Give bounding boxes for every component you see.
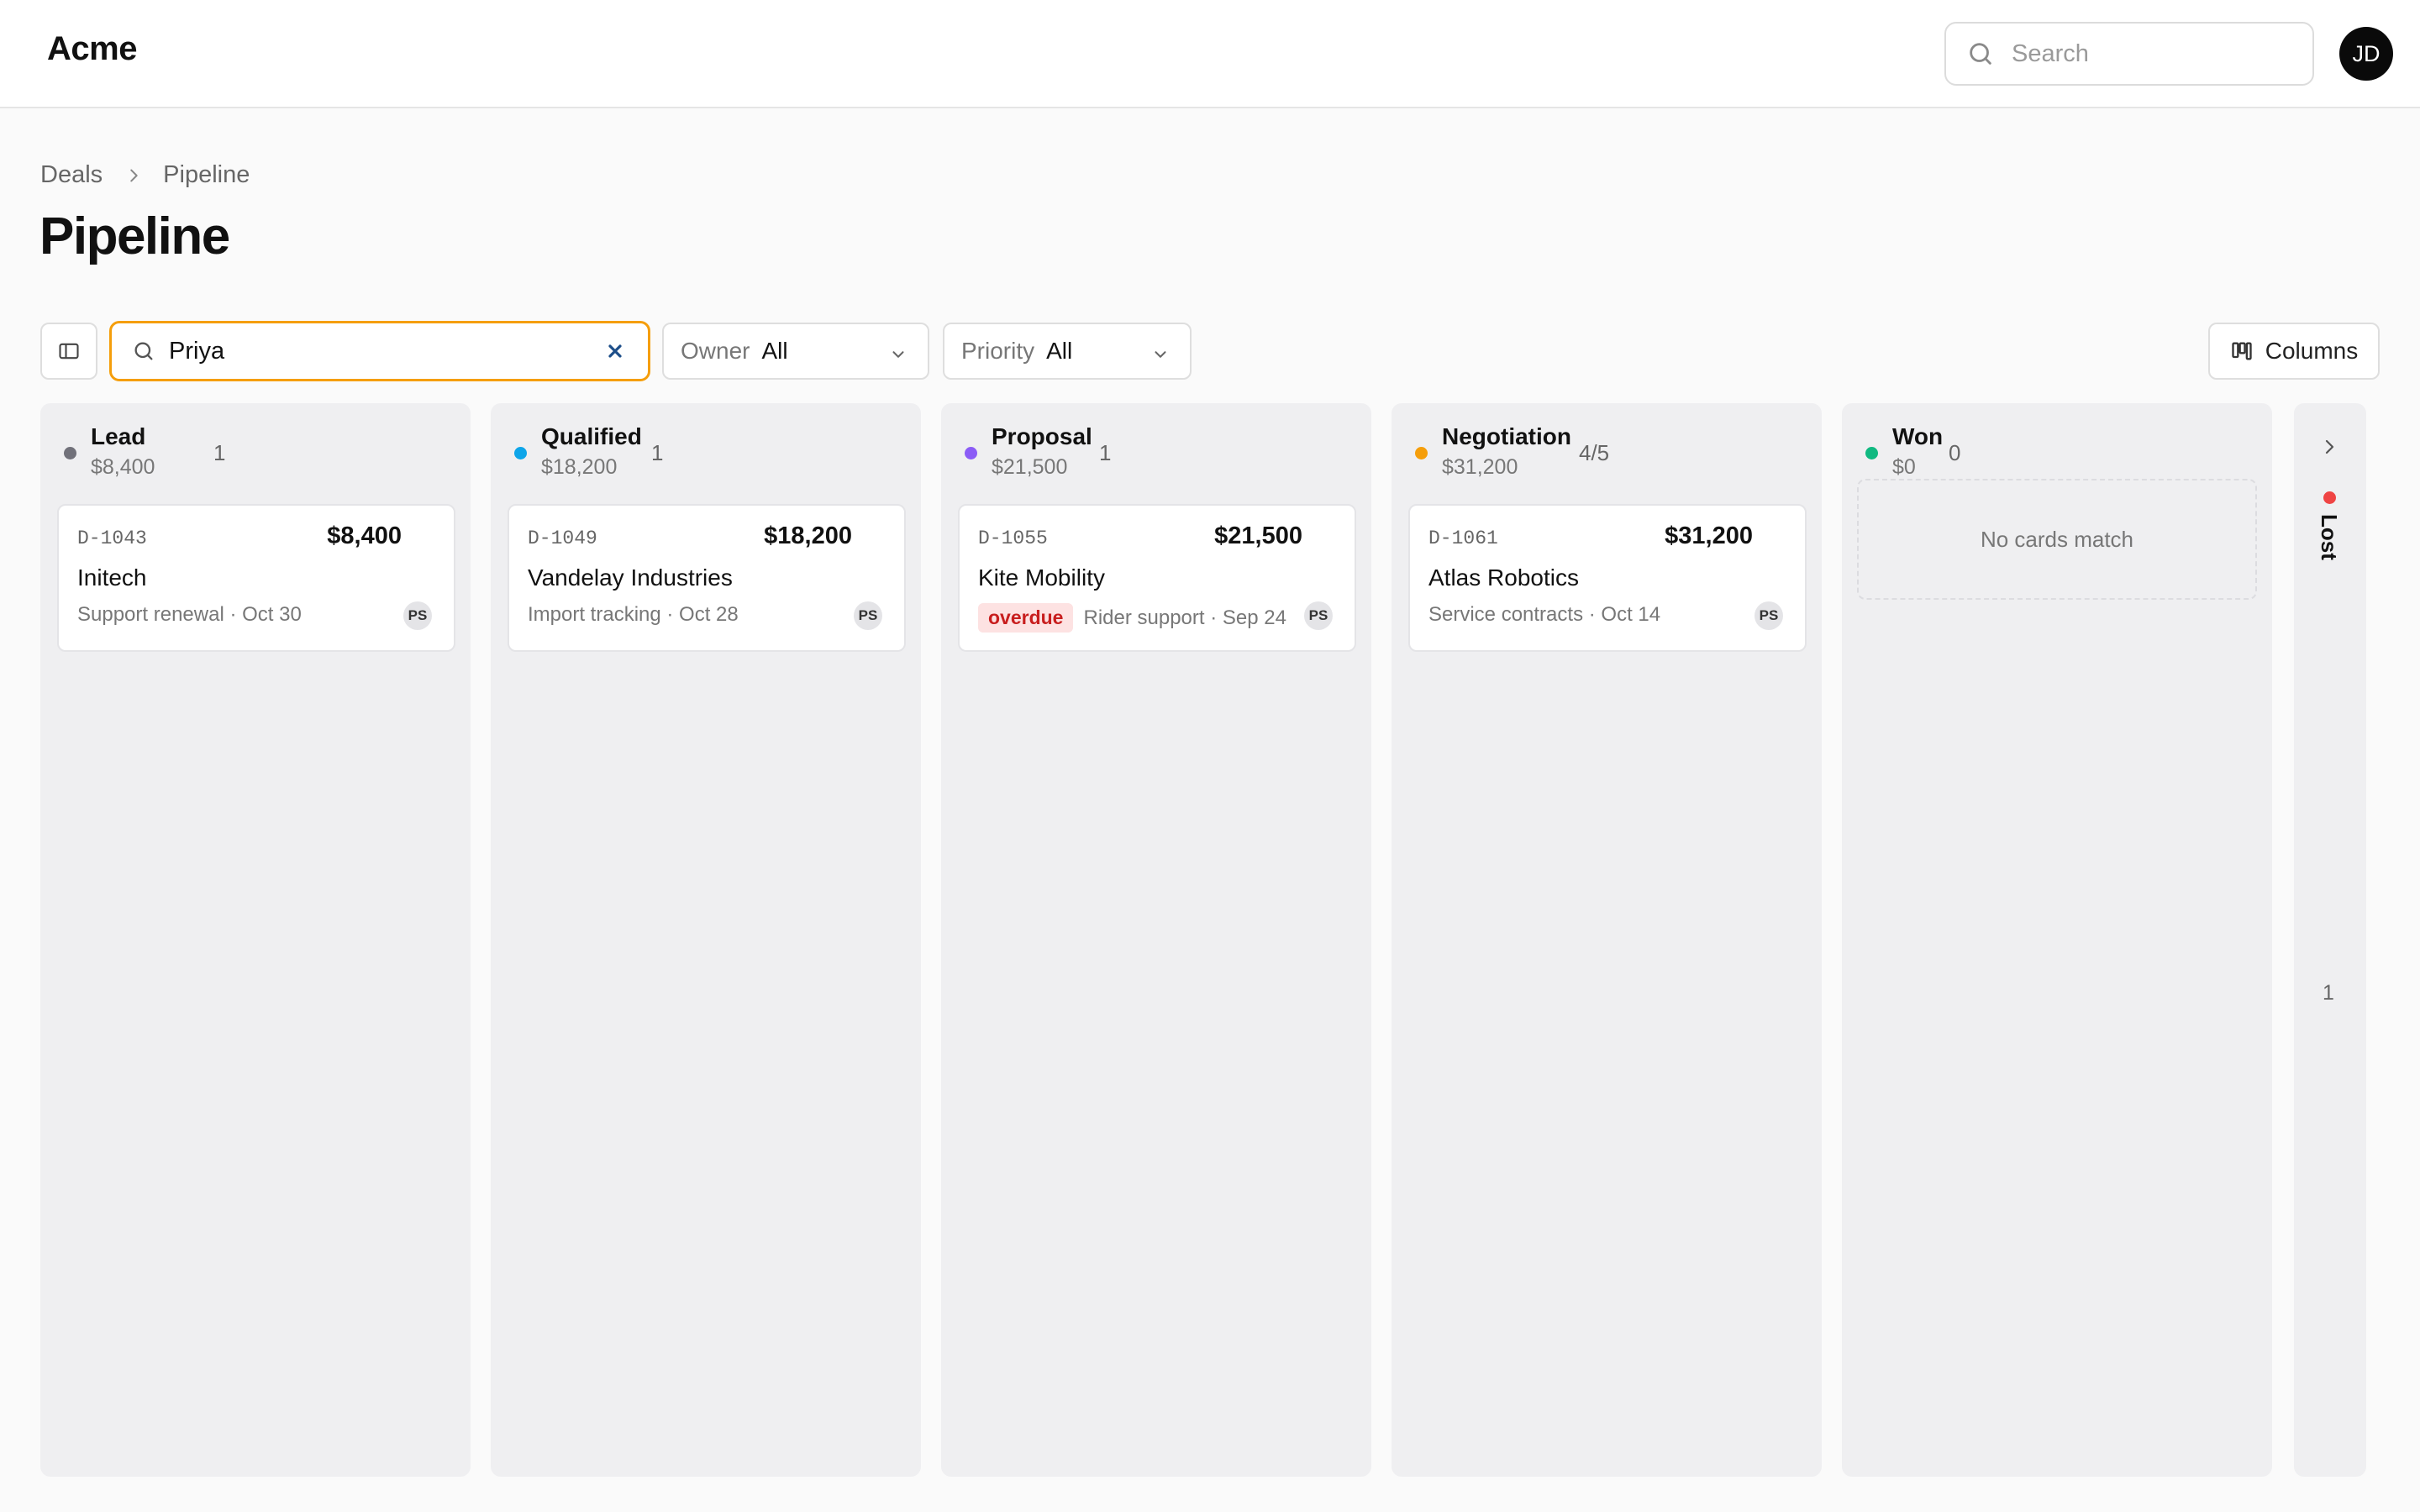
owner-filter-label: Owner bbox=[681, 338, 750, 364]
status-dot bbox=[1415, 447, 1428, 459]
deal-meta-text: Support renewal · Oct 30 bbox=[77, 603, 302, 626]
column-count: 1 bbox=[1099, 440, 1112, 465]
column-total: $0 bbox=[1892, 455, 1916, 479]
column-count: 1 bbox=[213, 440, 226, 465]
column-total: $21,500 bbox=[992, 455, 1068, 479]
columns-button[interactable]: Columns bbox=[2208, 323, 2380, 380]
deal-meta-text: Service contracts · Oct 14 bbox=[1428, 603, 1661, 626]
top-bar: Acme JD bbox=[0, 0, 2420, 108]
owner-avatar: PS bbox=[403, 601, 432, 630]
overdue-badge: overdue bbox=[978, 603, 1074, 633]
status-dot bbox=[965, 447, 977, 459]
chevron-right-icon[interactable] bbox=[2319, 437, 2339, 461]
deal-meta: Service contracts · Oct 14 bbox=[1428, 603, 1660, 627]
global-search-input[interactable] bbox=[2012, 39, 2289, 68]
chevron-down-icon bbox=[889, 343, 908, 370]
empty-column-message: No cards match bbox=[1857, 479, 2257, 600]
column-name: Negotiation bbox=[1442, 423, 1571, 449]
deal-meta-text: Rider support · Sep 24 bbox=[1083, 606, 1286, 629]
deal-id: D-1049 bbox=[528, 528, 597, 549]
card-filter-search[interactable] bbox=[109, 321, 650, 381]
status-dot bbox=[514, 447, 527, 459]
column-count: 1 bbox=[651, 440, 664, 465]
deal-id: D-1043 bbox=[77, 528, 147, 549]
priority-filter-value: All bbox=[1046, 338, 1073, 364]
deal-id: D-1061 bbox=[1428, 528, 1498, 549]
deal-amount: $8,400 bbox=[327, 522, 402, 549]
column-lead: Lead $8,400 1 D-1043 $8,400 Initech Supp… bbox=[40, 403, 471, 1477]
column-count: 1 bbox=[2323, 981, 2334, 1005]
owner-avatar: PS bbox=[1754, 601, 1783, 630]
deal-id: D-1055 bbox=[978, 528, 1048, 549]
column-name: Lead bbox=[91, 423, 146, 449]
status-dot bbox=[1865, 447, 1878, 459]
deal-card[interactable]: D-1049 $18,200 Vandelay Industries Impor… bbox=[508, 504, 906, 652]
deal-amount: $21,500 bbox=[1214, 522, 1302, 549]
deal-meta: Support renewal · Oct 30 bbox=[77, 603, 302, 627]
sidebar-icon bbox=[59, 343, 79, 360]
columns-button-label: Columns bbox=[2265, 338, 2359, 364]
breadcrumb: Deals Pipeline bbox=[40, 161, 250, 189]
deal-company: Vandelay Industries bbox=[528, 564, 733, 591]
card-filter-input[interactable] bbox=[169, 337, 589, 365]
priority-filter-label: Priority bbox=[961, 338, 1035, 364]
search-icon bbox=[1970, 43, 1991, 65]
deal-company: Atlas Robotics bbox=[1428, 564, 1579, 591]
deal-meta: Import tracking · Oct 28 bbox=[528, 603, 739, 627]
column-name: Proposal bbox=[992, 423, 1092, 449]
owner-avatar: PS bbox=[854, 601, 882, 630]
column-count: 4/5 bbox=[1579, 440, 1610, 465]
owner-filter-value: All bbox=[761, 338, 788, 364]
column-name: Lost bbox=[2317, 514, 2342, 560]
global-search[interactable] bbox=[1944, 22, 2314, 86]
column-lost-collapsed[interactable]: Lost 1 bbox=[2294, 403, 2366, 1477]
column-total: $8,400 bbox=[91, 455, 155, 479]
chevron-right-icon bbox=[124, 166, 143, 185]
deal-company: Kite Mobility bbox=[978, 564, 1105, 591]
deal-company: Initech bbox=[77, 564, 147, 591]
deal-amount: $31,200 bbox=[1665, 522, 1753, 549]
status-dot bbox=[64, 447, 76, 459]
chevron-down-icon bbox=[1151, 343, 1170, 370]
brand-logo[interactable]: Acme bbox=[47, 30, 137, 68]
owner-avatar: PS bbox=[1304, 601, 1333, 630]
sidebar-toggle-button[interactable] bbox=[40, 323, 97, 380]
search-icon bbox=[134, 342, 153, 360]
columns-icon bbox=[2232, 342, 2252, 360]
owner-filter-select[interactable]: Owner All bbox=[662, 323, 929, 380]
deal-card[interactable]: D-1043 $8,400 Initech Support renewal · … bbox=[57, 504, 455, 652]
column-proposal: Proposal $21,500 1 D-1055 $21,500 Kite M… bbox=[941, 403, 1371, 1477]
column-count: 0 bbox=[1949, 440, 1961, 465]
column-total: $31,200 bbox=[1442, 455, 1518, 479]
deal-meta-text: Import tracking · Oct 28 bbox=[528, 603, 739, 626]
column-name: Qualified bbox=[541, 423, 642, 449]
breadcrumb-pipeline: Pipeline bbox=[163, 161, 250, 188]
column-negotiation: Negotiation $31,200 4/5 D-1061 $31,200 A… bbox=[1392, 403, 1822, 1477]
page-title: Pipeline bbox=[39, 207, 230, 265]
deal-amount: $18,200 bbox=[764, 522, 852, 549]
user-avatar[interactable]: JD bbox=[2339, 27, 2393, 81]
breadcrumb-deals[interactable]: Deals bbox=[40, 161, 103, 189]
clear-filter-icon[interactable] bbox=[602, 339, 628, 364]
deal-card[interactable]: D-1061 $31,200 Atlas Robotics Service co… bbox=[1408, 504, 1807, 652]
status-dot bbox=[2323, 491, 2336, 504]
deal-card[interactable]: D-1055 $21,500 Kite Mobility overdue Rid… bbox=[958, 504, 1356, 652]
deal-meta: overdue Rider support · Sep 24 bbox=[978, 603, 1286, 633]
column-total: $18,200 bbox=[541, 455, 618, 479]
column-won: Won $0 0 No cards match bbox=[1842, 403, 2272, 1477]
column-name: Won bbox=[1892, 423, 1944, 449]
priority-filter-select[interactable]: Priority All bbox=[943, 323, 1192, 380]
column-qualified: Qualified $18,200 1 D-1049 $18,200 Vande… bbox=[491, 403, 921, 1477]
